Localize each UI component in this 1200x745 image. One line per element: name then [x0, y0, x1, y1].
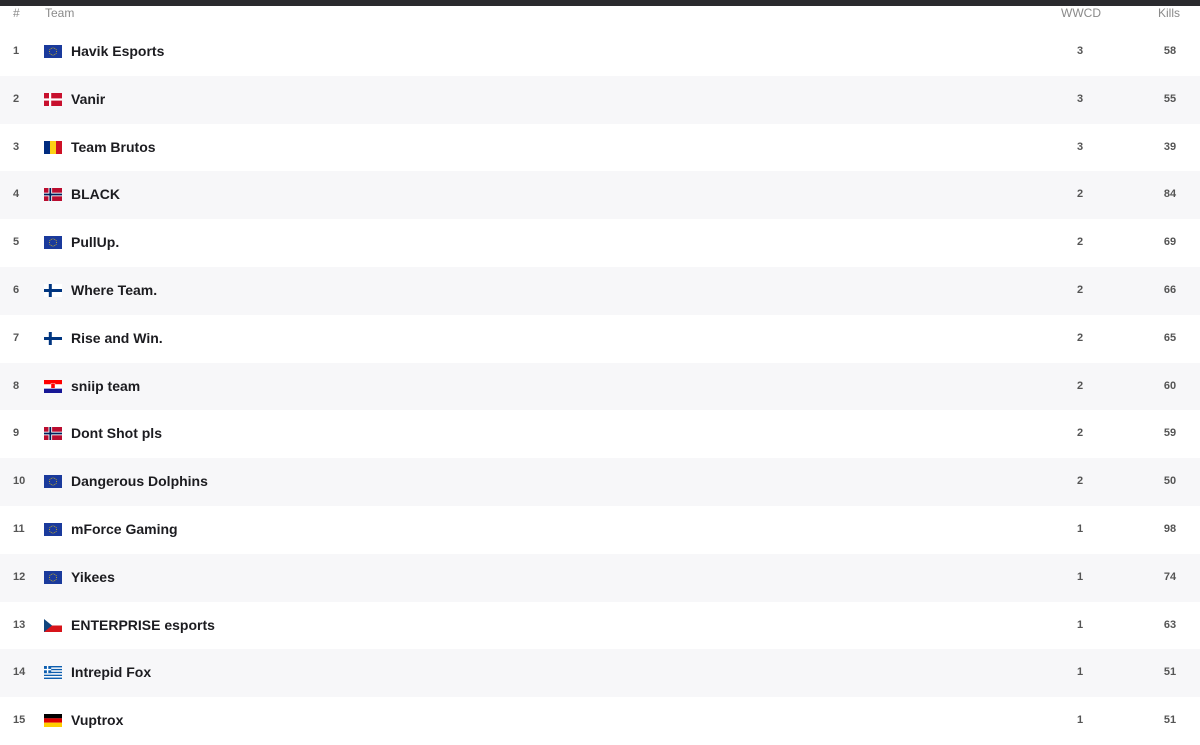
- team-name[interactable]: BLACK: [71, 171, 120, 219]
- wwcd-cell: 2: [1076, 427, 1084, 440]
- table-row[interactable]: 11 mForce Gaming 1 98: [0, 506, 1200, 554]
- eu-flag-icon: [44, 45, 62, 58]
- wwcd-cell: 1: [1076, 618, 1084, 631]
- norway-flag-icon: [44, 188, 62, 202]
- header-rank[interactable]: #: [13, 6, 20, 20]
- wwcd-cell: 2: [1076, 236, 1084, 249]
- rank-cell: 1: [13, 45, 20, 57]
- eu-flag-icon: [44, 522, 62, 536]
- eu-flag-icon: [44, 475, 62, 489]
- table-row[interactable]: 6 Where Team. 2 66: [0, 266, 1200, 315]
- kills-cell: 55: [1163, 92, 1177, 105]
- romania-flag-icon: [44, 140, 62, 154]
- team-name[interactable]: ENTERPRISE esports: [71, 602, 215, 650]
- table-row[interactable]: 12 Yikees 1 74: [0, 553, 1200, 602]
- kills-cell: 58: [1163, 45, 1177, 57]
- leaderboard-table: 1 Havik Esports 3 58 2 Vanir 3 55 3 Team Brutos 3 3…: [0, 28, 1200, 745]
- table-row[interactable]: 4 BLACK 2 84: [0, 171, 1200, 220]
- team-name[interactable]: Dont Shot pls: [71, 410, 162, 458]
- table-row[interactable]: 15 Vuptrox 1 51: [0, 697, 1200, 745]
- rank-cell: 2: [13, 92, 20, 105]
- table-row[interactable]: 13 ENTERPRISE esports 1 63: [0, 602, 1200, 650]
- header-wwcd[interactable]: WWCD: [1061, 6, 1101, 20]
- table-row[interactable]: 5 PullUp. 2 69: [0, 219, 1200, 267]
- rank-cell: 3: [13, 140, 20, 153]
- rank-cell: 15: [13, 714, 26, 727]
- czechia-flag-icon: [44, 618, 62, 632]
- kills-cell: 65: [1163, 331, 1177, 344]
- wwcd-cell: 2: [1076, 475, 1084, 488]
- team-name[interactable]: PullUp.: [71, 219, 119, 267]
- kills-cell: 60: [1163, 379, 1177, 392]
- wwcd-cell: 1: [1076, 570, 1084, 583]
- rank-cell: 4: [13, 188, 20, 201]
- kills-cell: 84: [1163, 188, 1177, 201]
- rank-cell: 10: [13, 475, 26, 488]
- wwcd-cell: 3: [1076, 45, 1084, 57]
- team-name[interactable]: Dangerous Dolphins: [71, 458, 208, 506]
- team-name[interactable]: Vuptrox: [71, 697, 123, 745]
- header-kills[interactable]: Kills: [1158, 6, 1180, 20]
- team-name[interactable]: Yikees: [71, 554, 115, 602]
- wwcd-cell: 2: [1076, 331, 1084, 344]
- table-row[interactable]: 7 Rise and Win. 2 65: [0, 315, 1200, 363]
- rank-cell: 8: [13, 379, 20, 392]
- team-name[interactable]: Havik Esports: [71, 28, 164, 76]
- denmark-flag-icon: [44, 92, 62, 106]
- rank-cell: 7: [13, 331, 20, 344]
- team-name[interactable]: Where Team.: [71, 267, 157, 315]
- kills-cell: 66: [1163, 283, 1177, 296]
- kills-cell: 74: [1163, 570, 1177, 583]
- wwcd-cell: 3: [1076, 92, 1084, 105]
- germany-flag-icon: [44, 714, 62, 728]
- kills-cell: 98: [1163, 522, 1177, 535]
- team-name[interactable]: Intrepid Fox: [71, 649, 151, 697]
- wwcd-cell: 2: [1076, 379, 1084, 392]
- table-row[interactable]: 10 Dangerous Dolphins 2 50: [0, 458, 1200, 506]
- finland-flag-icon: [44, 283, 62, 297]
- rank-cell: 13: [13, 618, 26, 631]
- table-row[interactable]: 9 Dont Shot pls 2 59: [0, 410, 1200, 458]
- team-name[interactable]: Rise and Win.: [71, 315, 163, 363]
- header-team[interactable]: Team: [45, 6, 74, 20]
- kills-cell: 63: [1163, 618, 1177, 631]
- rank-cell: 6: [13, 283, 20, 296]
- wwcd-cell: 2: [1076, 188, 1084, 201]
- table-row[interactable]: 8 sniip team 2 60: [0, 362, 1200, 411]
- team-name[interactable]: Team Brutos: [71, 124, 156, 172]
- rank-cell: 12: [13, 570, 26, 583]
- greece-flag-icon: [44, 666, 62, 680]
- rank-cell: 5: [13, 236, 20, 249]
- wwcd-cell: 1: [1076, 714, 1084, 727]
- kills-cell: 39: [1163, 140, 1177, 153]
- table-header: # Team WWCD Kills: [0, 6, 1200, 28]
- eu-flag-icon: [44, 570, 62, 584]
- wwcd-cell: 3: [1076, 140, 1084, 153]
- table-row[interactable]: 1 Havik Esports 3 58: [0, 28, 1200, 76]
- kills-cell: 59: [1163, 427, 1177, 440]
- kills-cell: 51: [1163, 666, 1177, 679]
- table-row[interactable]: 3 Team Brutos 3 39: [0, 124, 1200, 172]
- eu-flag-icon: [44, 236, 62, 250]
- wwcd-cell: 1: [1076, 666, 1084, 679]
- finland-flag-icon: [44, 331, 62, 345]
- norway-flag-icon: [44, 427, 62, 441]
- rank-cell: 11: [13, 522, 25, 535]
- team-name[interactable]: Vanir: [71, 76, 105, 124]
- kills-cell: 51: [1163, 714, 1177, 727]
- kills-cell: 69: [1163, 236, 1177, 249]
- rank-cell: 14: [13, 666, 26, 679]
- team-name[interactable]: sniip team: [71, 363, 140, 411]
- team-name[interactable]: mForce Gaming: [71, 506, 178, 554]
- table-row[interactable]: 2 Vanir 3 55: [0, 75, 1200, 124]
- wwcd-cell: 2: [1076, 283, 1084, 296]
- croatia-flag-icon: [44, 379, 62, 393]
- table-row[interactable]: 14 Intrepid Fox 1 51: [0, 649, 1200, 698]
- wwcd-cell: 1: [1076, 522, 1084, 535]
- kills-cell: 50: [1163, 475, 1177, 488]
- rank-cell: 9: [13, 427, 20, 440]
